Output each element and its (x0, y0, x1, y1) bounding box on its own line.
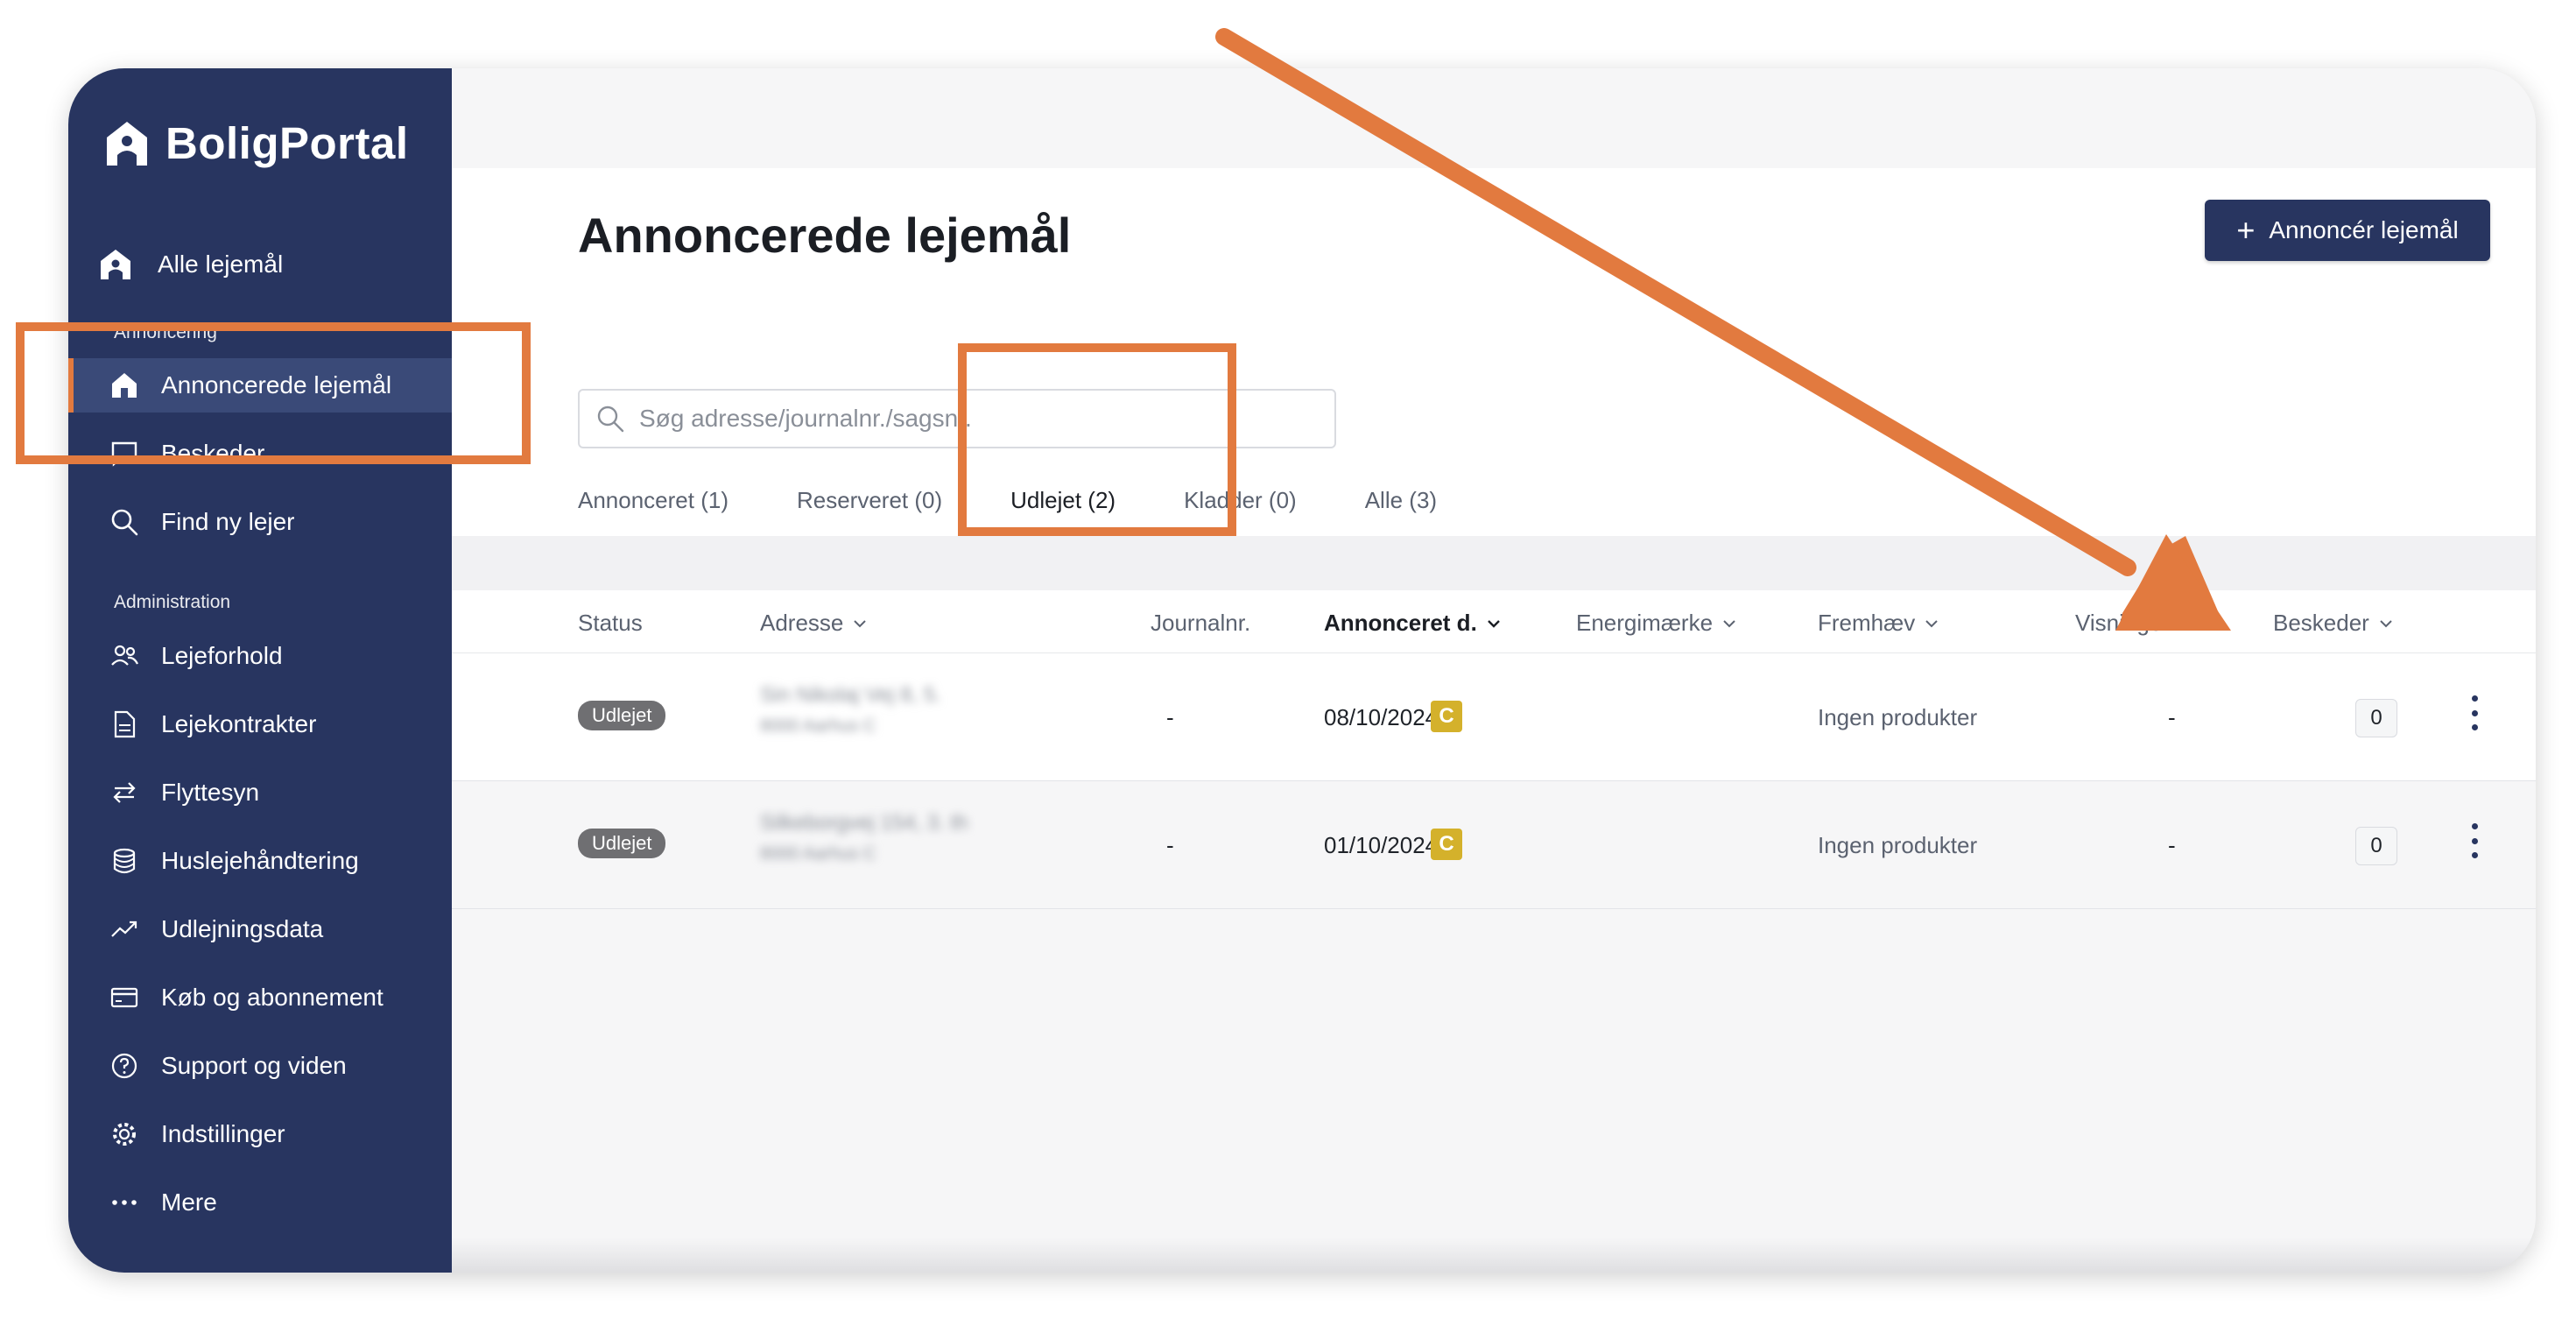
column-header-adresse[interactable]: Adresse (760, 610, 868, 637)
sidebar-item-lejeforhold[interactable]: Lejeforhold (68, 629, 452, 683)
column-header-beskeder[interactable]: Beskeder (2273, 610, 2394, 637)
sidebar-item-lejekontrakter[interactable]: Lejekontrakter (68, 697, 452, 751)
column-header-fremhaev[interactable]: Fremhæv (1818, 610, 1939, 637)
section-label-administration: Administration (114, 592, 231, 612)
tab-annonceret[interactable]: Annonceret (1) (578, 487, 728, 536)
sidebar-item-koeb-og-abonnement[interactable]: Køb og abonnement (68, 970, 452, 1025)
table-toolbar-strip (452, 536, 2536, 590)
database-icon (107, 843, 142, 878)
table-row[interactable]: Udlejet Silkeborgvej 154, 3. th 8000 Aar… (452, 781, 2536, 909)
journal-cell: - (1166, 704, 1174, 730)
sidebar-item-huslejehaandtering[interactable]: Huslejehåndtering (68, 834, 452, 888)
column-header-energimaerke[interactable]: Energimærke (1576, 610, 1737, 637)
tab-reserveret[interactable]: Reserveret (0) (797, 487, 942, 536)
table-header: Status Adresse Journalnr. Annonceret d. … (452, 590, 2536, 653)
sidebar-item-label: Udlejningsdata (161, 915, 324, 942)
views-cell: - (2168, 832, 2176, 858)
journal-cell: - (1166, 832, 1174, 858)
energy-label-badge: C (1431, 701, 1462, 732)
chevron-down-icon (2180, 619, 2192, 627)
page-header: Annoncerede lejemål + Annoncér lejemål A… (452, 168, 2536, 536)
table-row[interactable]: Udlejet Sin Nikolaj Vej 8, 5. 8000 Aarhu… (452, 653, 2536, 781)
row-menu-icon[interactable] (2466, 823, 2483, 858)
top-bar (452, 68, 2536, 168)
tab-alle[interactable]: Alle (3) (1365, 487, 1437, 536)
messages-count-badge[interactable]: 0 (2355, 699, 2397, 737)
column-header-journalnr: Journalnr. (1151, 610, 1251, 636)
sidebar: BoligPortal Alle lejemål Annoncering Ann… (68, 68, 452, 1273)
announce-listing-button[interactable]: + Annoncér lejemål (2205, 200, 2490, 261)
address-cell[interactable]: Sin Nikolaj Vej 8, 5. 8000 Aarhus C (760, 683, 941, 737)
chevron-down-icon (854, 619, 867, 627)
chevron-down-icon (1487, 619, 1500, 628)
chevron-down-icon (2380, 619, 2392, 627)
sidebar-item-label: Køb og abonnement (161, 984, 384, 1011)
sidebar-item-label: Lejekontrakter (161, 710, 317, 737)
bottom-shadow (452, 1238, 2536, 1273)
chevron-down-icon (1723, 619, 1735, 627)
sidebar-item-label: Flyttesyn (161, 779, 260, 806)
sidebar-item-udlejningsdata[interactable]: Udlejningsdata (68, 902, 452, 956)
views-cell: - (2168, 704, 2176, 730)
sidebar-item-label: Huslejehåndtering (161, 847, 359, 874)
sidebar-item-mere[interactable]: Mere (68, 1175, 452, 1230)
date-cell: 08/10/2024 (1324, 704, 1439, 730)
main-content: Annoncerede lejemål + Annoncér lejemål A… (452, 68, 2536, 1273)
energy-label-badge: C (1431, 829, 1462, 860)
highlight-cell: Ingen produkter (1818, 704, 1978, 730)
date-cell: 01/10/2024 (1324, 832, 1439, 858)
sidebar-item-label: Indstillinger (161, 1120, 285, 1147)
column-header-status: Status (578, 610, 643, 636)
document-icon (107, 707, 142, 742)
address-cell[interactable]: Silkeborgvej 154, 3. th 8000 Aarhus C (760, 811, 968, 864)
house-person-icon (98, 247, 133, 282)
app-window: BoligPortal Alle lejemål Annoncering Ann… (68, 68, 2536, 1273)
row-menu-icon[interactable] (2466, 695, 2483, 730)
sidebar-item-flyttesyn[interactable]: Flyttesyn (68, 765, 452, 820)
column-header-visninger[interactable]: Visninger (2075, 610, 2194, 637)
sidebar-item-label: Alle lejemål (158, 250, 284, 278)
chevron-down-icon (1925, 619, 1938, 627)
sidebar-item-label: Mere (161, 1188, 217, 1216)
sidebar-item-label: Support og viden (161, 1052, 347, 1079)
page-title: Annoncerede lejemål (578, 208, 1072, 263)
sidebar-item-label: Lejeforhold (161, 642, 283, 669)
more-icon (107, 1185, 142, 1220)
people-icon (107, 638, 142, 674)
trend-icon (107, 912, 142, 947)
plus-icon: + (2236, 212, 2256, 248)
sidebar-item-find-ny-lejer[interactable]: Find ny lejer (68, 495, 452, 549)
status-badge: Udlejet (578, 701, 666, 730)
status-badge: Udlejet (578, 829, 666, 858)
brand-name: BoligPortal (165, 118, 409, 168)
sidebar-item-alle-lejemaal[interactable]: Alle lejemål (68, 237, 452, 292)
help-icon (107, 1048, 142, 1083)
logo-house-icon (107, 121, 147, 166)
sidebar-item-indstillinger[interactable]: Indstillinger (68, 1107, 452, 1161)
gear-icon (107, 1117, 142, 1152)
annotation-box-tab (958, 343, 1236, 536)
highlight-cell: Ingen produkter (1818, 832, 1978, 858)
sidebar-item-label: Find ny lejer (161, 508, 295, 535)
announce-listing-label: Annoncér lejemål (2269, 216, 2459, 243)
search-icon (597, 406, 624, 433)
annotation-box-sidebar (16, 322, 531, 464)
column-header-annonceret-dato[interactable]: Annonceret d. (1324, 610, 1502, 637)
sidebar-item-support-og-viden[interactable]: Support og viden (68, 1039, 452, 1093)
arrows-swap-icon (107, 775, 142, 810)
search-icon (107, 504, 142, 540)
messages-count-badge[interactable]: 0 (2355, 827, 2397, 865)
brand-logo[interactable]: BoligPortal (105, 117, 409, 169)
credit-card-icon (107, 980, 142, 1015)
